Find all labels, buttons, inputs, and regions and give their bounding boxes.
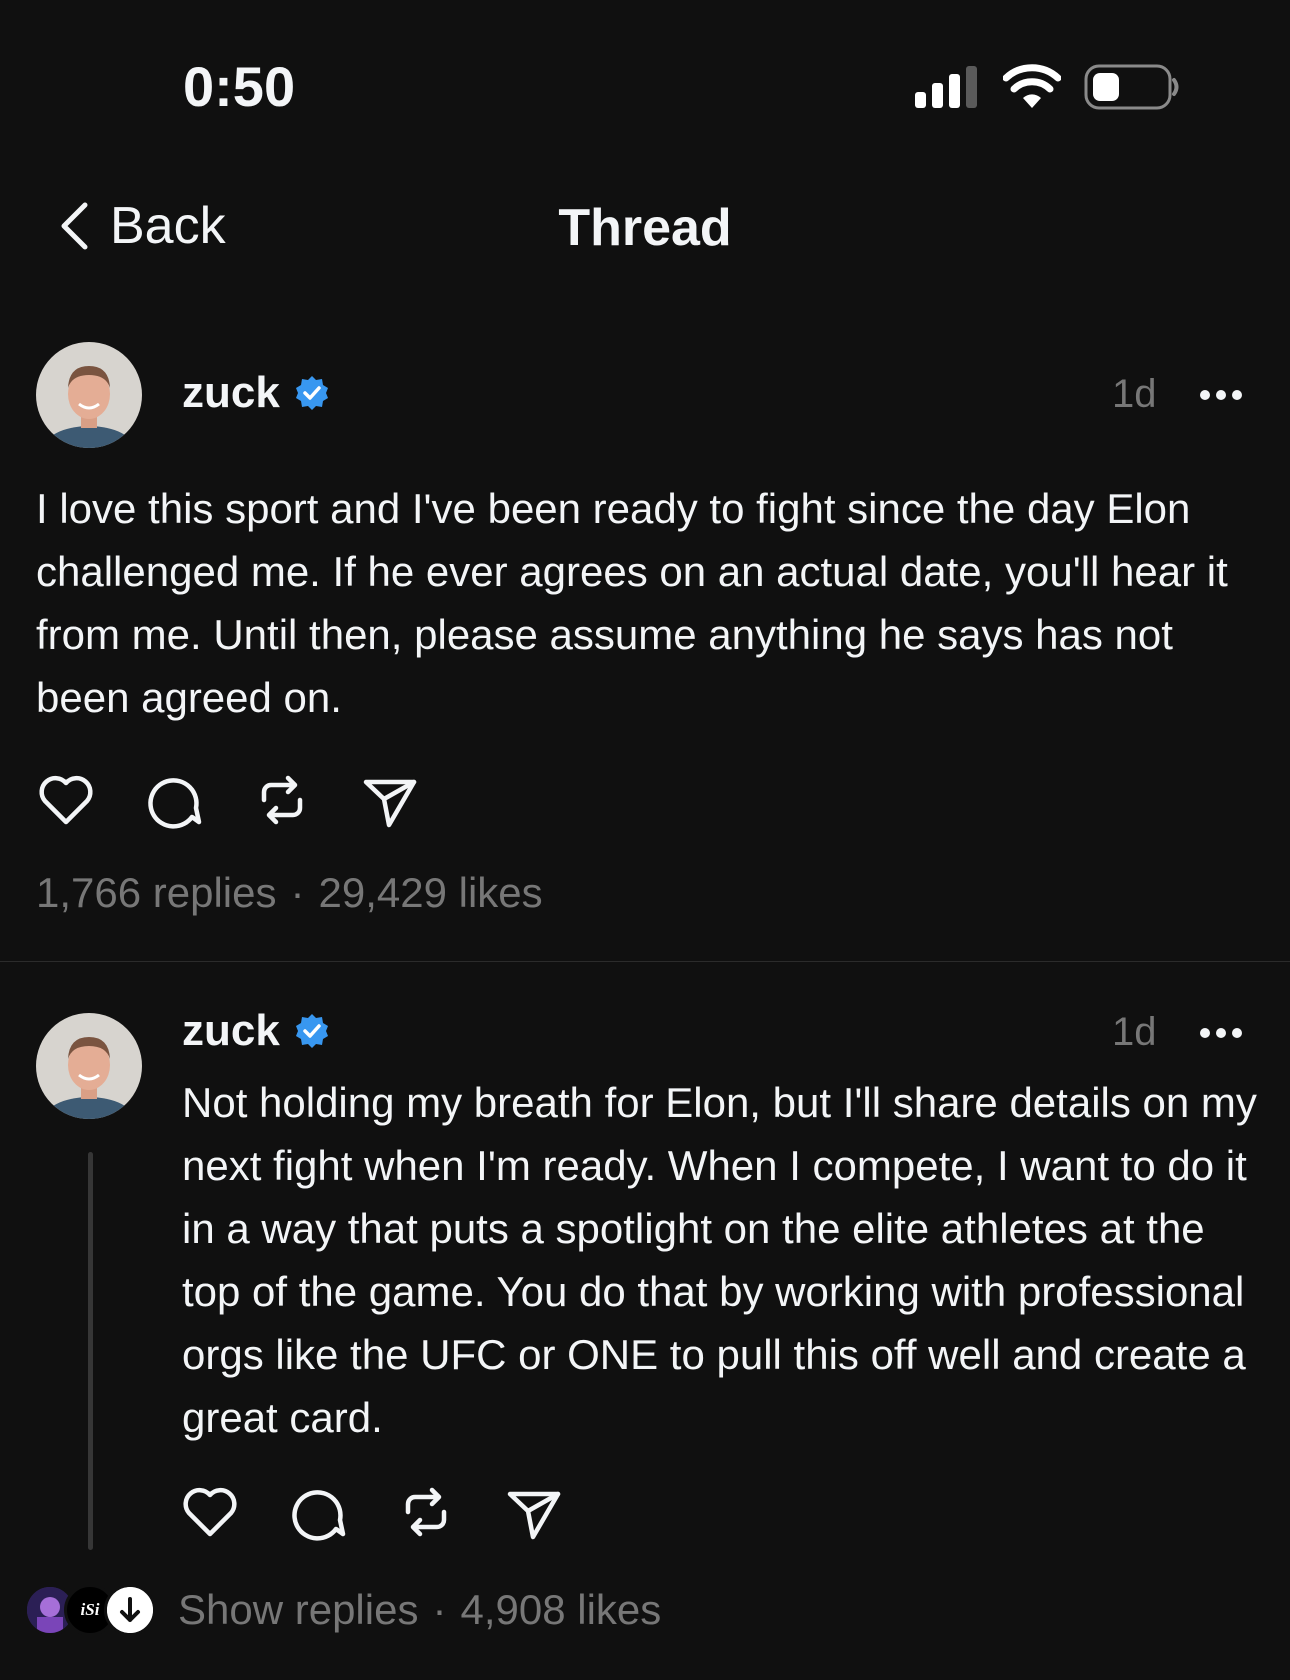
post-text: Not holding my breath for Elon, but I'll…	[182, 1079, 1257, 1441]
arrow-down-icon	[107, 1587, 153, 1633]
repost-icon[interactable]	[396, 1482, 456, 1542]
post-actions	[180, 1482, 612, 1542]
post-username[interactable]: zuck	[182, 1006, 330, 1056]
wifi-icon	[1003, 64, 1061, 108]
post-actions	[36, 770, 468, 830]
post-username[interactable]: zuck	[182, 368, 330, 418]
send-icon[interactable]	[504, 1482, 564, 1542]
comment-icon[interactable]	[144, 770, 204, 830]
status-time: 0:50	[183, 55, 296, 118]
likes-count[interactable]: 29,429 likes	[319, 869, 543, 917]
heart-icon[interactable]	[36, 770, 96, 830]
show-replies-link[interactable]: Show replies	[178, 1586, 418, 1634]
show-replies-button[interactable]	[104, 1584, 156, 1636]
replies-count[interactable]: 1,766 replies	[36, 869, 277, 917]
divider	[0, 961, 1290, 962]
verified-badge-icon	[295, 376, 328, 410]
post-text: I love this sport and I've been ready to…	[36, 485, 1228, 721]
post-time: 1d	[1112, 1010, 1157, 1054]
comment-icon[interactable]	[288, 1482, 348, 1542]
post-stats: 1,766 replies · 29,429 likes	[36, 869, 543, 917]
send-icon[interactable]	[360, 770, 420, 830]
heart-icon[interactable]	[180, 1482, 240, 1542]
cellular-signal-icon	[915, 66, 977, 108]
post-time: 1d	[1112, 372, 1157, 416]
repost-icon[interactable]	[252, 770, 312, 830]
separator: ·	[432, 1586, 447, 1633]
more-icon[interactable]	[1199, 1026, 1243, 1040]
post-stats: Show replies · 4,908 likes	[178, 1586, 661, 1634]
avatar[interactable]	[36, 1013, 142, 1119]
page-title: Thread	[558, 199, 732, 257]
verified-badge-icon	[295, 1014, 328, 1048]
likes-count[interactable]: 4,908 likes	[460, 1586, 661, 1634]
battery-icon	[1084, 64, 1179, 110]
reply-avatar-label: iSi	[80, 1600, 100, 1619]
more-icon[interactable]	[1199, 388, 1243, 402]
separator: ·	[290, 869, 305, 916]
avatar[interactable]	[36, 342, 142, 448]
thread-line	[88, 1152, 93, 1550]
